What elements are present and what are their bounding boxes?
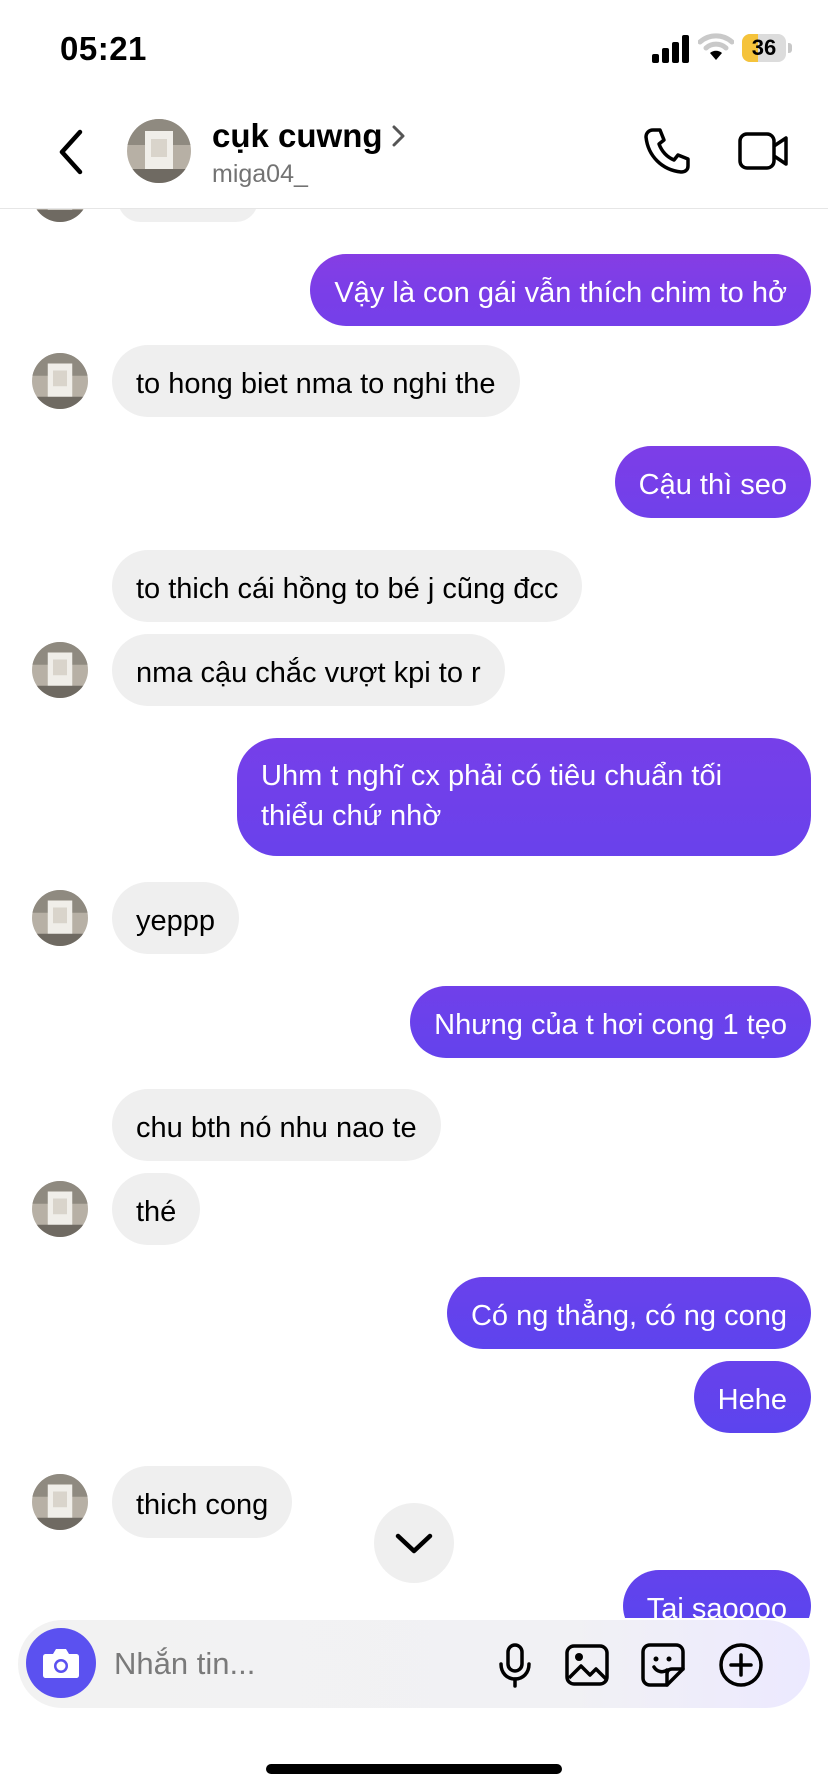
outgoing-message[interactable]: Tai saoooo <box>622 1570 811 1618</box>
incoming-message[interactable]: yeppp <box>112 882 240 954</box>
contact-avatar[interactable] <box>127 119 191 183</box>
video-camera-icon <box>738 132 788 170</box>
sender-avatar <box>32 208 88 222</box>
contact-username[interactable]: miga04_ <box>212 160 308 189</box>
sticker-button[interactable] <box>640 1642 686 1688</box>
back-button[interactable] <box>50 124 94 180</box>
audio-call-button[interactable] <box>642 126 692 176</box>
more-options-button[interactable] <box>718 1642 764 1688</box>
message-composer <box>18 1620 810 1708</box>
chevron-right-icon[interactable] <box>390 122 408 150</box>
chat-header: cụk cuwng miga04_ <box>0 100 828 209</box>
video-call-button[interactable] <box>737 128 789 174</box>
scroll-to-bottom-button[interactable] <box>374 1503 454 1583</box>
outgoing-message[interactable]: Có ng thẳng, có ng cong <box>446 1277 811 1349</box>
chevron-down-icon <box>395 1533 433 1554</box>
contact-name[interactable]: cụk cuwng <box>212 117 383 155</box>
sender-avatar <box>32 353 88 409</box>
battery-level: 36 <box>751 35 777 60</box>
camera-icon <box>43 1649 79 1678</box>
previous-message-bubble <box>118 208 258 222</box>
image-icon <box>565 1644 609 1686</box>
status-bar: 05:21 36 <box>0 0 828 100</box>
incoming-message[interactable]: nma cậu chắc vượt kpi to r <box>112 634 505 706</box>
outgoing-message[interactable]: Nhưng của t hơi cong 1 tẹo <box>410 986 811 1058</box>
phone-icon <box>644 128 690 174</box>
chevron-left-icon <box>59 129 83 175</box>
battery-indicator: 36 <box>742 34 792 64</box>
incoming-message[interactable]: chu bth nó nhu nao te <box>112 1089 441 1161</box>
camera-button[interactable] <box>26 1628 96 1698</box>
outgoing-message[interactable]: Cậu thì seo <box>614 446 811 518</box>
outgoing-message[interactable]: Vậy là con gái vẫn thích chim to hở <box>310 254 811 326</box>
sender-avatar <box>32 1474 88 1530</box>
home-indicator <box>266 1764 562 1774</box>
message-input[interactable] <box>112 1640 396 1688</box>
outgoing-message[interactable]: Uhm t nghĩ cx phải có tiêu chuẩn tối thi… <box>237 738 811 856</box>
gallery-button[interactable] <box>564 1642 610 1688</box>
sender-avatar <box>32 890 88 946</box>
incoming-message[interactable]: to thich cái hồng to bé j cũng đcc <box>112 550 583 622</box>
wifi-icon <box>698 32 734 62</box>
plus-circle-icon <box>719 1643 763 1687</box>
message-thread[interactable]: Vậy là con gái vẫn thích chim to hở to ho… <box>0 208 828 1618</box>
microphone-icon <box>499 1643 531 1688</box>
outgoing-message[interactable]: Hehe <box>693 1361 811 1433</box>
status-time: 05:21 <box>60 30 147 67</box>
cellular-signal-icon <box>652 35 692 63</box>
sticker-icon <box>641 1643 685 1687</box>
voice-message-button[interactable] <box>492 1642 538 1688</box>
sender-avatar <box>32 642 88 698</box>
incoming-message[interactable]: to hong biet nma to nghi the <box>112 345 520 417</box>
incoming-message[interactable]: thich cong <box>112 1466 293 1538</box>
incoming-message[interactable]: thé <box>112 1173 201 1245</box>
sender-avatar <box>32 1181 88 1237</box>
